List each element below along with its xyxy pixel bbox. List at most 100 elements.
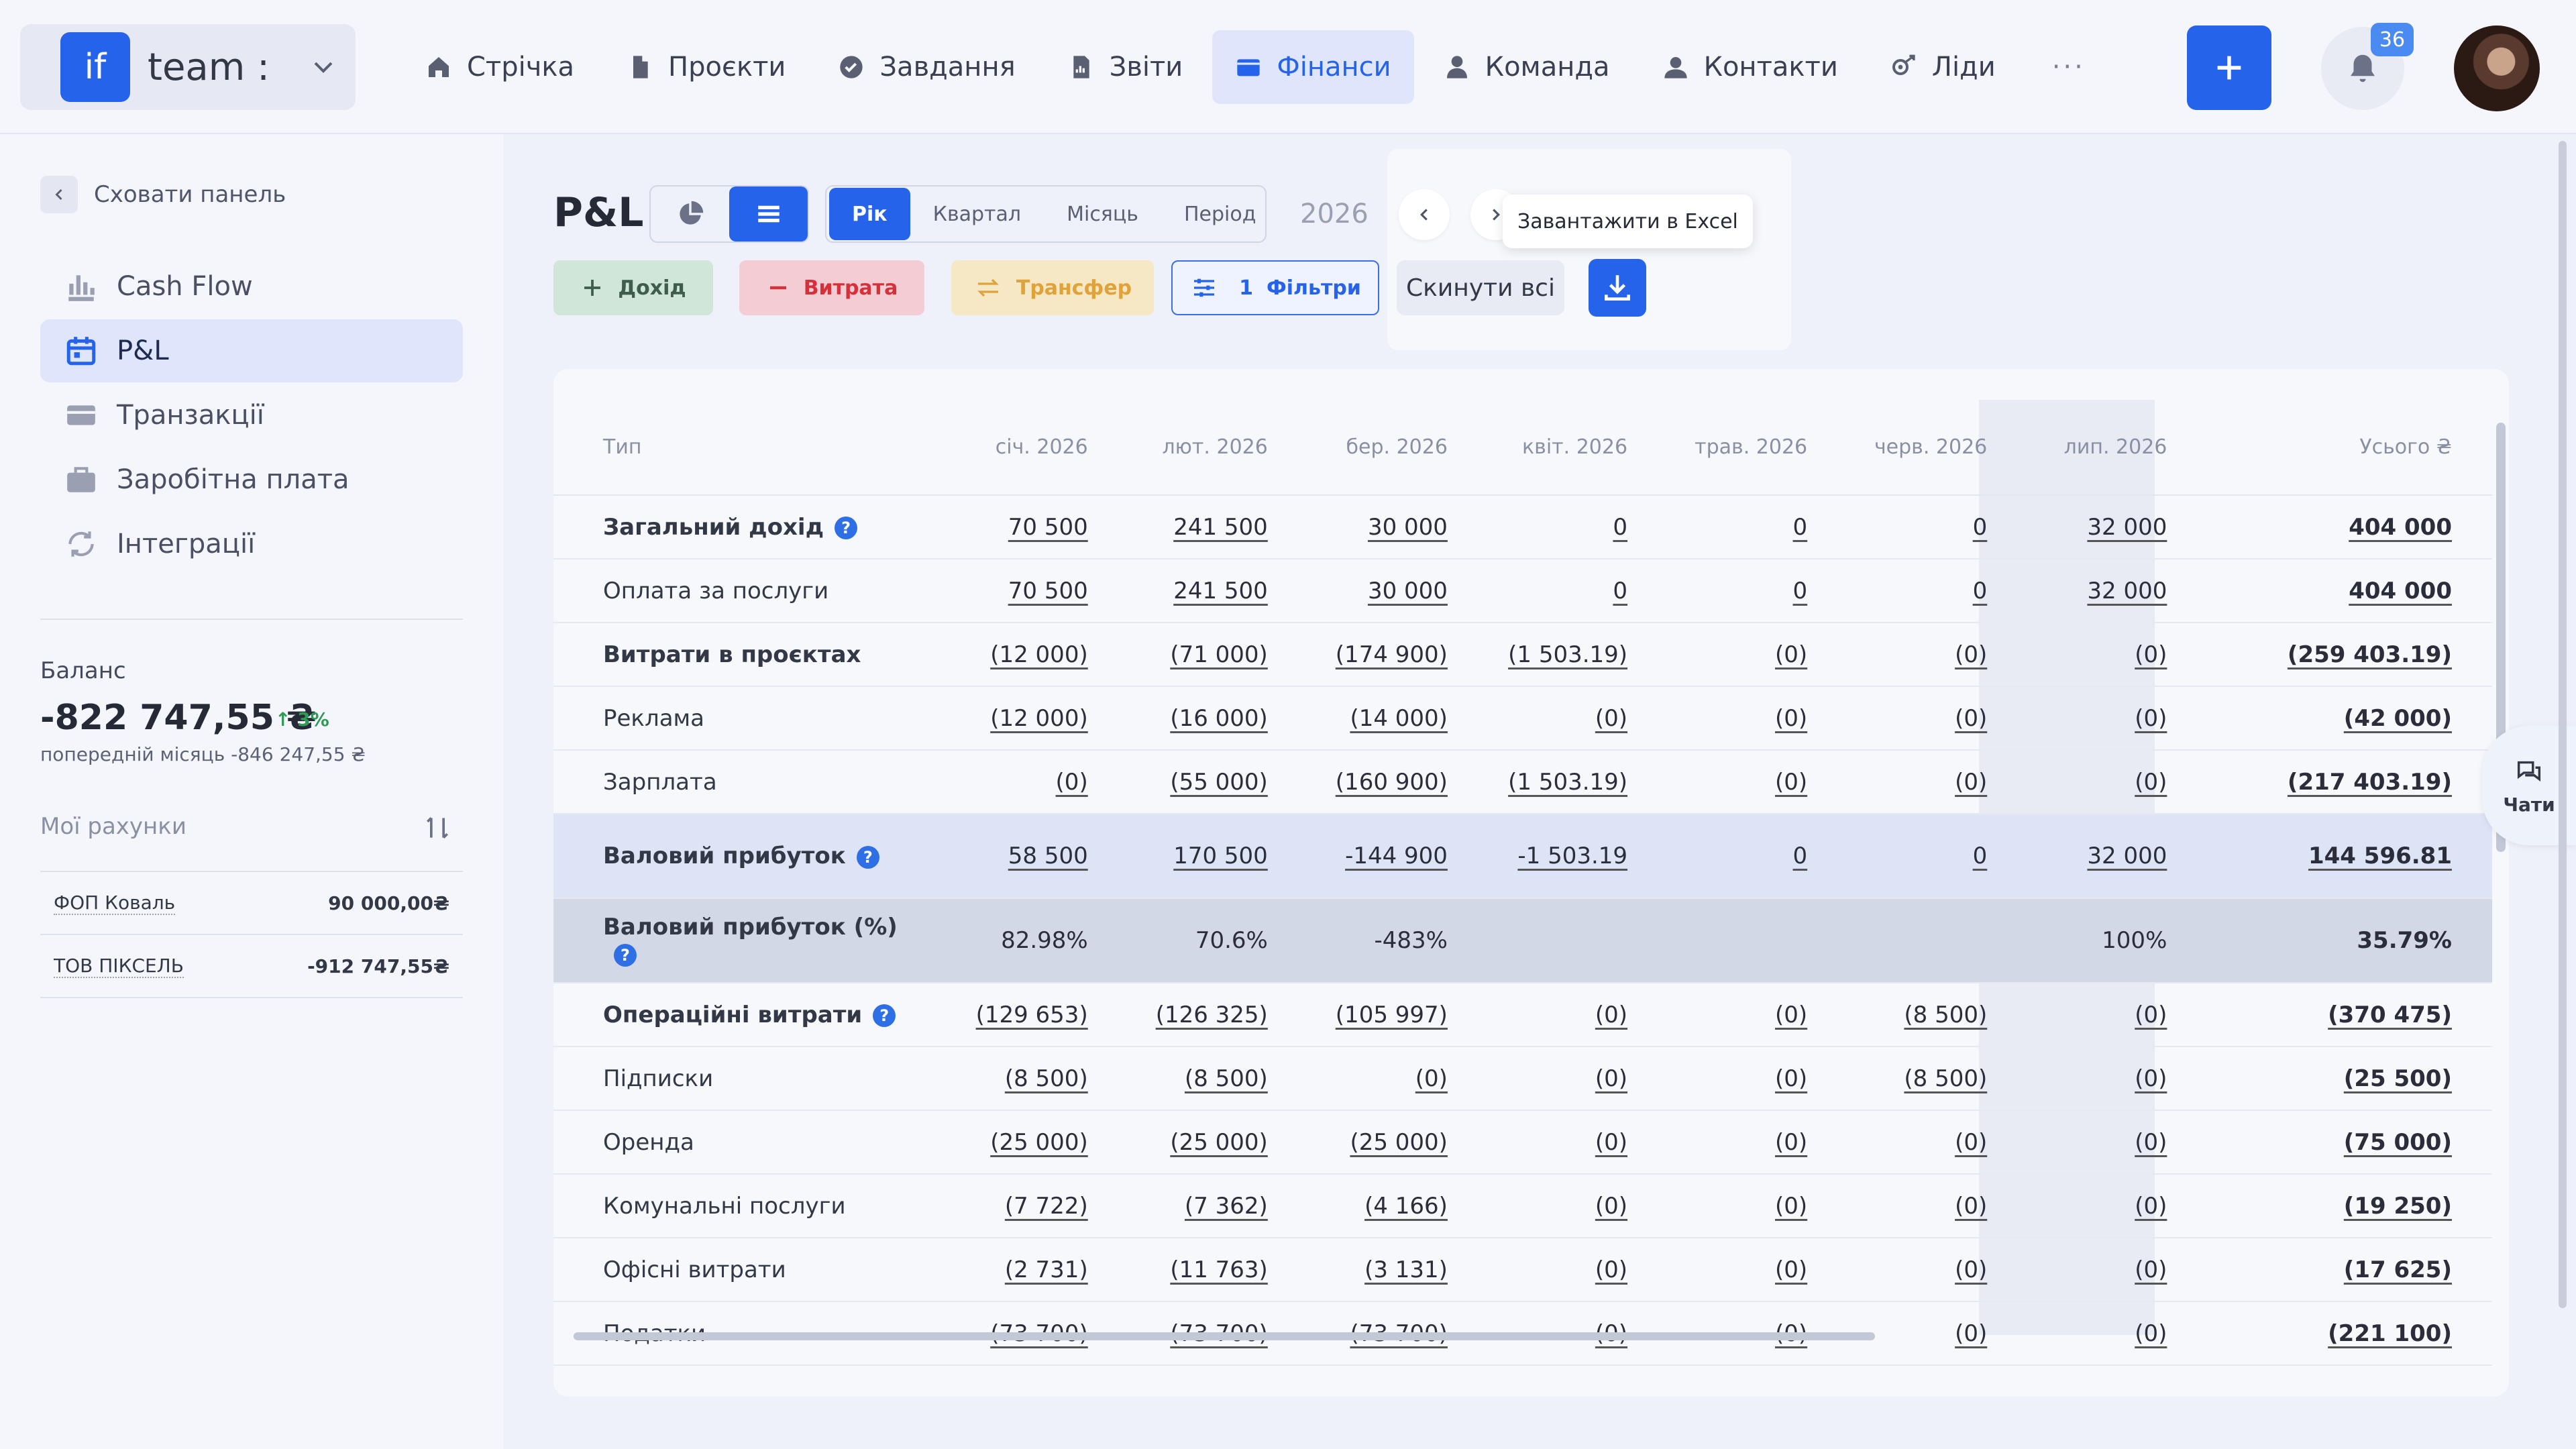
value-cell[interactable]: 0 [1463, 559, 1644, 623]
row-total-cell[interactable]: (42 000) [2183, 686, 2492, 751]
value-cell[interactable]: (160 900) [1283, 750, 1464, 814]
nav-item-4[interactable]: Фінанси [1212, 30, 1414, 104]
value-cell[interactable]: (0) [1644, 983, 1824, 1047]
nav-more-button[interactable]: ··· [2025, 52, 2112, 83]
row-total-cell[interactable]: 404 000 [2183, 559, 2492, 623]
column-header[interactable]: черв. 2026 [1823, 400, 2004, 496]
value-cell[interactable]: 30 000 [1283, 495, 1464, 559]
page-scrollbar[interactable] [2559, 141, 2567, 1308]
value-cell[interactable]: (8 500) [1823, 983, 2004, 1047]
value-cell[interactable]: (126 325) [1104, 983, 1284, 1047]
value-cell[interactable]: (0) [1463, 1046, 1644, 1111]
value-cell[interactable]: 170 500 [1104, 814, 1284, 899]
value-cell[interactable]: 241 500 [1104, 495, 1284, 559]
help-icon[interactable]: ? [835, 517, 858, 539]
value-cell[interactable]: (3 131) [1283, 1238, 1464, 1302]
value-cell[interactable]: (0) [2003, 1174, 2184, 1238]
value-cell[interactable]: (2 731) [924, 1238, 1104, 1302]
value-cell[interactable]: (25 000) [924, 1110, 1104, 1175]
column-header[interactable]: Усього ₴ [2183, 400, 2492, 496]
value-cell[interactable]: (14 000) [1283, 686, 1464, 751]
sidebar-item-1[interactable]: P&L [40, 319, 463, 382]
value-cell[interactable]: (0) [1823, 1238, 2004, 1302]
sidebar-item-0[interactable]: Cash Flow [40, 255, 463, 318]
value-cell[interactable]: (25 000) [1104, 1110, 1284, 1175]
account-name[interactable]: ТОВ ПІКСЕЛЬ [54, 955, 184, 978]
value-cell[interactable]: -144 900 [1283, 814, 1464, 899]
row-total-cell[interactable]: (217 403.19) [2183, 750, 2492, 814]
value-cell[interactable]: (0) [2003, 623, 2184, 687]
row-total-cell[interactable]: (75 000) [2183, 1110, 2492, 1175]
help-icon[interactable]: ? [856, 845, 879, 869]
value-cell[interactable]: (0) [1823, 1110, 2004, 1175]
period-option-3[interactable]: Період [1161, 188, 1279, 240]
sort-icon[interactable] [423, 813, 452, 843]
value-cell[interactable]: (0) [1823, 1174, 2004, 1238]
value-cell[interactable]: (0) [1823, 686, 2004, 751]
account-row[interactable]: ФОП Коваль 90 000,00₴ [40, 871, 463, 934]
value-cell[interactable]: (0) [1644, 623, 1824, 687]
value-cell[interactable]: (0) [1644, 1046, 1824, 1111]
column-header[interactable]: квіт. 2026 [1463, 400, 1644, 496]
help-icon[interactable]: ? [614, 943, 637, 967]
value-cell[interactable]: (0) [1463, 1238, 1644, 1302]
row-total-cell[interactable]: (370 475) [2183, 983, 2492, 1047]
value-cell[interactable]: (0) [1463, 1174, 1644, 1238]
chart-view-button[interactable] [651, 186, 729, 241]
value-cell[interactable]: (129 653) [924, 983, 1104, 1047]
value-cell[interactable]: (16 000) [1104, 686, 1284, 751]
help-icon[interactable]: ? [873, 1004, 896, 1027]
value-cell[interactable]: (7 362) [1104, 1174, 1284, 1238]
value-cell[interactable]: (25 000) [1283, 1110, 1464, 1175]
nav-item-0[interactable]: Стрічка [402, 30, 597, 104]
horizontal-scroll-thumb[interactable] [574, 1332, 1875, 1340]
value-cell[interactable]: (8 500) [1823, 1046, 2004, 1111]
value-cell[interactable]: (55 000) [1104, 750, 1284, 814]
column-header[interactable]: бер. 2026 [1283, 400, 1464, 496]
value-cell[interactable]: (0) [1823, 623, 2004, 687]
add-transfer-button[interactable]: Трансфер [951, 260, 1154, 315]
value-cell[interactable]: -1 503.19 [1463, 814, 1644, 899]
column-header[interactable]: січ. 2026 [924, 400, 1104, 496]
value-cell[interactable]: (0) [924, 750, 1104, 814]
period-option-0[interactable]: Рік [829, 188, 910, 240]
account-name[interactable]: ФОП Коваль [54, 892, 176, 915]
value-cell[interactable]: (11 763) [1104, 1238, 1284, 1302]
value-cell[interactable]: (0) [1644, 1238, 1824, 1302]
value-cell[interactable]: (0) [2003, 750, 2184, 814]
value-cell[interactable]: 70 500 [924, 559, 1104, 623]
table-view-button[interactable] [729, 186, 808, 241]
value-cell[interactable]: 0 [1823, 559, 2004, 623]
value-cell[interactable]: 0 [1823, 495, 2004, 559]
prev-year-button[interactable] [1399, 189, 1450, 240]
value-cell[interactable]: 32 000 [2003, 814, 2184, 899]
nav-item-7[interactable]: Ліди [1868, 30, 2019, 104]
value-cell[interactable]: 30 000 [1283, 559, 1464, 623]
value-cell[interactable]: (0) [2003, 1238, 2184, 1302]
filters-button[interactable]: 1 Фільтри [1171, 260, 1379, 315]
reset-filters-button[interactable]: Скинути всі [1397, 260, 1564, 315]
add-expense-button[interactable]: Витрата [739, 260, 924, 315]
value-cell[interactable]: (0) [2003, 1110, 2184, 1175]
value-cell[interactable]: (0) [2003, 983, 2184, 1047]
value-cell[interactable]: (0) [1463, 686, 1644, 751]
team-switcher[interactable]: if team : [20, 24, 356, 110]
sidebar-item-2[interactable]: Транзакції [40, 384, 463, 447]
value-cell[interactable]: (0) [1283, 1046, 1464, 1111]
value-cell[interactable]: (7 722) [924, 1174, 1104, 1238]
value-cell[interactable]: 0 [1463, 495, 1644, 559]
value-cell[interactable]: 0 [1644, 559, 1824, 623]
row-total-cell[interactable]: (19 250) [2183, 1174, 2492, 1238]
value-cell[interactable]: (0) [2003, 1046, 2184, 1111]
value-cell[interactable]: 32 000 [2003, 559, 2184, 623]
add-button[interactable] [2187, 25, 2271, 110]
add-income-button[interactable]: Дохід [553, 260, 713, 315]
value-cell[interactable]: (8 500) [1104, 1046, 1284, 1111]
value-cell[interactable]: 32 000 [2003, 495, 2184, 559]
value-cell[interactable]: (1 503.19) [1463, 623, 1644, 687]
period-option-2[interactable]: Місяць [1044, 188, 1161, 240]
row-total-cell[interactable]: 404 000 [2183, 495, 2492, 559]
value-cell[interactable]: (4 166) [1283, 1174, 1464, 1238]
value-cell[interactable]: (71 000) [1104, 623, 1284, 687]
value-cell[interactable]: (0) [1644, 1174, 1824, 1238]
